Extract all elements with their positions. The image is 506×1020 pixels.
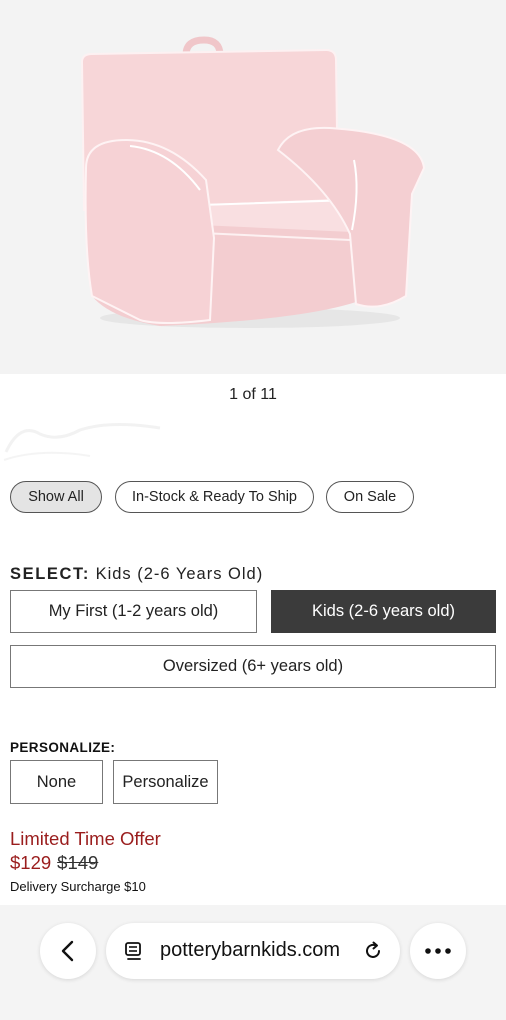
back-button[interactable] [40,923,96,979]
chip-label: On Sale [343,489,397,505]
gallery-counter: 1 of 11 [229,386,277,403]
price-row: $129 $149 [10,852,98,874]
size-option-kids[interactable]: Kids (2-6 years old) [271,590,496,633]
filter-chip-in-stock[interactable]: In-Stock & Ready To Ship [115,481,314,513]
faded-logo-watermark [3,422,161,461]
option-label: My First (1-2 years old) [48,602,219,620]
reader-mode-icon[interactable] [124,941,144,961]
option-label: Oversized (6+ years old) [162,657,344,675]
reload-icon[interactable] [362,940,384,962]
select-key: SELECT: [10,565,90,583]
personalize-label: PERSONALIZE: [10,740,116,755]
size-option-oversized[interactable]: Oversized (6+ years old) [10,645,496,688]
chair-illustration [80,36,426,328]
chevron-left-icon [61,940,74,962]
original-price: $149 [57,852,99,873]
chip-label: Show All [28,489,84,505]
select-value: Kids (2-6 Years Old) [95,565,264,583]
option-label: Personalize [122,772,209,791]
product-image[interactable] [0,0,506,374]
size-option-my-first[interactable]: My First (1-2 years old) [10,590,257,633]
url-text: potterybarnkids.com [160,939,341,961]
promo-label: Limited Time Offer [10,828,161,849]
option-label: Kids (2-6 years old) [311,602,456,620]
sale-price: $129 [10,852,52,873]
filter-chip-on-sale[interactable]: On Sale [326,481,414,513]
filter-chip-show-all[interactable]: Show All [10,481,102,513]
delivery-surcharge: Delivery Surcharge $10 [10,879,146,894]
select-label: SELECT: Kids (2-6 Years Old) [10,565,263,584]
address-bar[interactable]: potterybarnkids.com [106,923,400,979]
more-button[interactable] [410,923,466,979]
personalize-button[interactable]: Personalize [113,760,218,804]
personalize-none-button[interactable]: None [10,760,103,804]
chip-label: In-Stock & Ready To Ship [132,489,297,505]
more-icon [425,948,451,954]
option-label: None [36,772,77,791]
